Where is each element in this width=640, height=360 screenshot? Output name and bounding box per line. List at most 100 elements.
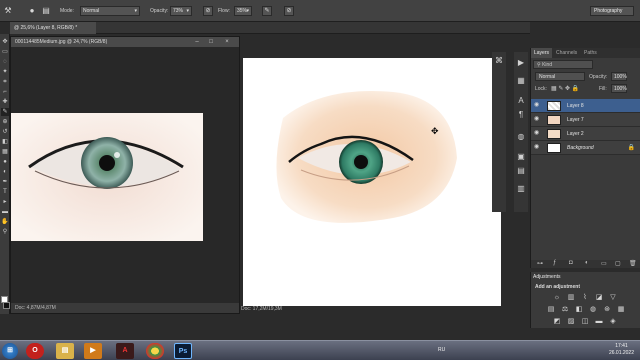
chrome-taskbar-icon[interactable]	[146, 343, 164, 359]
clone-stamp-icon[interactable]: ⊕	[1, 118, 9, 126]
pen-tool-icon[interactable]: ✒	[1, 178, 9, 186]
play-actions-icon[interactable]: ▶	[516, 58, 526, 68]
file-explorer-taskbar-icon[interactable]: ▤	[56, 343, 74, 359]
styles-icon[interactable]: ▥	[516, 184, 526, 194]
gradient-map-icon[interactable]: ▬	[595, 318, 603, 326]
paragraph-icon[interactable]: ¶	[516, 110, 526, 120]
reference-canvas[interactable]	[11, 47, 239, 303]
add-mask-icon[interactable]: ◘	[569, 260, 573, 266]
zoom-tool-icon[interactable]: ⚲	[1, 228, 9, 236]
main-canvas[interactable]: ✥	[243, 58, 501, 306]
close-icon[interactable]: ×	[223, 38, 231, 46]
tool-preset-icon[interactable]: ⚒	[2, 5, 14, 17]
channel-mixer-icon[interactable]: ⊛	[603, 306, 611, 314]
maximize-icon[interactable]: □	[207, 38, 215, 46]
brush-tool-icon[interactable]: ✎	[1, 108, 9, 116]
visibility-eye-icon[interactable]: ◉	[534, 130, 541, 137]
black-white-icon[interactable]: ◧	[575, 306, 583, 314]
threshold-icon[interactable]: ◫	[581, 318, 589, 326]
info-icon[interactable]: ▣	[516, 152, 526, 162]
flow-field[interactable]: 35%	[234, 6, 252, 16]
photo-filter-icon[interactable]: ◍	[589, 306, 597, 314]
marquee-tool-icon[interactable]: ▭	[1, 48, 9, 56]
move-tool-icon[interactable]: ✥	[1, 38, 9, 46]
document-tab[interactable]: @ 25,6% (Layer 8, RGB/8) *	[10, 22, 96, 34]
history-brush-icon[interactable]: ↺	[1, 128, 9, 136]
adjustment-layer-icon[interactable]: ◐	[585, 260, 589, 266]
pressure-size-icon[interactable]: ⊘	[284, 6, 294, 16]
levels-icon[interactable]: ▥	[567, 294, 575, 302]
layer-row-layer-8[interactable]: ◉ Layer 8	[531, 99, 640, 113]
lock-icon: 🔒	[627, 145, 635, 151]
opacity-field[interactable]: 73%	[170, 6, 192, 16]
hand-tool-icon[interactable]: ✋	[1, 218, 9, 226]
color-lookup-icon[interactable]: ▦	[617, 306, 625, 314]
dock-strip-left: ⌘	[492, 52, 506, 212]
new-layer-icon[interactable]: ▢	[615, 260, 621, 267]
tab-layers[interactable]: Layers	[531, 48, 553, 58]
eyedropper-icon[interactable]: ⌐	[1, 88, 9, 96]
curves-icon[interactable]: ⌇	[581, 294, 589, 302]
shape-tool-icon[interactable]: ▬	[1, 208, 9, 216]
floating-window-title[interactable]: 000114485Medium.jpg @ 24,7% (RGB/8)	[11, 37, 239, 47]
dodge-tool-icon[interactable]: ◐	[1, 168, 9, 176]
new-group-icon[interactable]: ▭	[601, 260, 607, 267]
pressure-opacity-icon[interactable]: ⊘	[203, 6, 213, 16]
visibility-eye-icon[interactable]: ◉	[534, 102, 541, 109]
exposure-icon[interactable]: ◪	[595, 294, 603, 302]
minimize-icon[interactable]: –	[193, 38, 201, 46]
swatches-icon[interactable]: ▤	[516, 166, 526, 176]
layer-row-background[interactable]: ◉ Background 🔒	[531, 141, 640, 155]
opera-taskbar-icon[interactable]: O	[26, 343, 44, 359]
properties-icon[interactable]: ◍	[516, 132, 526, 142]
tab-channels[interactable]: Channels	[553, 48, 580, 58]
brush-panel-icon[interactable]: ▤	[40, 5, 52, 17]
histogram-icon[interactable]: ▦	[516, 76, 526, 86]
background-color-swatch[interactable]	[3, 302, 10, 309]
mode-select[interactable]: Normal	[80, 6, 140, 16]
visibility-eye-icon[interactable]: ◉	[534, 144, 541, 151]
crop-tool-icon[interactable]: ⌗	[1, 78, 9, 86]
tab-paths[interactable]: Paths	[581, 48, 600, 58]
layer-row-layer-2[interactable]: ◉ Layer 2	[531, 127, 640, 141]
brightness-icon[interactable]: ☼	[553, 294, 561, 302]
gradient-tool-icon[interactable]: ▦	[1, 148, 9, 156]
blur-tool-icon[interactable]: ●	[1, 158, 9, 166]
invert-icon[interactable]: ◩	[553, 318, 561, 326]
color-balance-icon[interactable]: ⚖	[561, 306, 569, 314]
visibility-eye-icon[interactable]: ◉	[534, 116, 541, 123]
layer-filter-select[interactable]: ⚲ Kind	[533, 60, 593, 69]
brush-preset-icon[interactable]: ●	[26, 5, 38, 17]
layer-row-layer-7[interactable]: ◉ Layer 7	[531, 113, 640, 127]
airbrush-icon[interactable]: ✎	[262, 6, 272, 16]
healing-brush-icon[interactable]: ✚	[1, 98, 9, 106]
mode-label: Mode:	[60, 8, 74, 14]
layer-fill-field[interactable]: 100%	[611, 84, 627, 93]
selective-color-icon[interactable]: ◈	[609, 318, 617, 326]
lasso-tool-icon[interactable]: ◌	[1, 58, 9, 66]
eraser-tool-icon[interactable]: ◧	[1, 138, 9, 146]
link-layers-icon[interactable]: ⊶	[537, 260, 543, 267]
system-clock[interactable]: 17:41 26.01.2022	[609, 343, 634, 357]
type-tool-icon[interactable]: T	[1, 188, 9, 196]
search-icon: ⚲	[537, 62, 541, 68]
quick-select-icon[interactable]: ✦	[1, 68, 9, 76]
layer-opacity-field[interactable]: 100%	[611, 72, 627, 81]
blend-mode-select[interactable]: Normal	[535, 72, 585, 81]
character-icon[interactable]: A	[516, 96, 526, 106]
lock-pixels-icon[interactable]: ▦ ✎ ✥ 🔒	[551, 85, 579, 92]
mini-bridge-icon[interactable]: ⌘	[494, 56, 504, 66]
path-select-icon[interactable]: ▸	[1, 198, 9, 206]
start-button[interactable]: ⊞	[2, 343, 18, 359]
language-indicator[interactable]: RU	[438, 347, 445, 353]
delete-layer-icon[interactable]: 🗑	[629, 260, 637, 267]
layer-thumbnail	[547, 129, 561, 139]
vibrance-icon[interactable]: ▽	[609, 294, 617, 302]
media-player-taskbar-icon[interactable]: ▶	[84, 343, 102, 359]
fx-icon[interactable]: ƒ	[553, 260, 556, 266]
hue-saturation-icon[interactable]: ▤	[547, 306, 555, 314]
posterize-icon[interactable]: ▨	[567, 318, 575, 326]
adobe-taskbar-icon[interactable]: A	[116, 343, 134, 359]
photoshop-taskbar-icon[interactable]: Ps	[174, 343, 192, 359]
workspace-select[interactable]: Photography	[590, 6, 634, 16]
